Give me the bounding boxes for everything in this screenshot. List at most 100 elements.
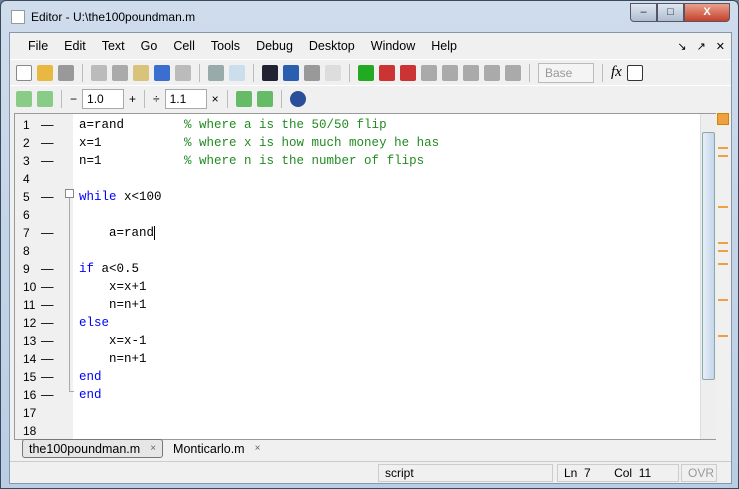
code-line[interactable]: 10 — x=x+1: [15, 278, 705, 296]
warning-marker[interactable]: [718, 242, 728, 244]
print-icon[interactable]: [208, 64, 224, 81]
undo-icon[interactable]: [154, 64, 170, 81]
breakpoint-dash[interactable]: —: [41, 296, 54, 314]
code-line[interactable]: 6: [15, 206, 705, 224]
menu-help[interactable]: Help: [423, 39, 465, 53]
breakpoint-dash[interactable]: —: [41, 314, 54, 332]
run-icon[interactable]: [358, 64, 374, 81]
warning-indicator-icon[interactable]: [717, 113, 729, 125]
warning-marker[interactable]: [718, 155, 728, 157]
minimize-button[interactable]: –: [630, 3, 657, 22]
increment-button[interactable]: +: [129, 92, 136, 106]
warning-marker[interactable]: [718, 147, 728, 149]
fx-button[interactable]: fx: [611, 64, 622, 81]
set-breakpoint-icon[interactable]: [379, 64, 395, 81]
menu-tools[interactable]: Tools: [203, 39, 248, 53]
breakpoint-dash[interactable]: —: [41, 386, 54, 404]
breakpoint-dash[interactable]: —: [41, 224, 54, 242]
step-icon[interactable]: [421, 64, 437, 81]
breakpoint-dash[interactable]: —: [41, 152, 54, 170]
save-icon[interactable]: [58, 64, 74, 81]
code-line[interactable]: 11 — n=n+1: [15, 296, 705, 314]
breakpoint-dash[interactable]: —: [41, 116, 54, 134]
paste-icon[interactable]: [133, 64, 149, 81]
breakpoint-dash[interactable]: —: [41, 350, 54, 368]
code-line[interactable]: 18: [15, 422, 705, 440]
comment-remove-icon[interactable]: [256, 90, 273, 107]
close-tab-icon[interactable]: ×: [150, 443, 156, 454]
warning-marker[interactable]: [718, 299, 728, 301]
warning-marker[interactable]: [718, 263, 728, 265]
undock-icon[interactable]: ↘: [677, 40, 686, 53]
code-line[interactable]: 1 — a=rand % where a is the 50/50 flip: [15, 116, 705, 134]
cell-toolbar: − 1.0 + ÷ 1.1 ×: [10, 85, 731, 111]
close-button[interactable]: X: [684, 3, 730, 22]
menu-file[interactable]: File: [20, 39, 56, 53]
code-line[interactable]: 17: [15, 404, 705, 422]
continue-icon[interactable]: [484, 64, 500, 81]
breakpoint-dash[interactable]: —: [41, 332, 54, 350]
fold-toggle-icon[interactable]: [65, 189, 74, 198]
cut-icon[interactable]: [91, 64, 107, 81]
code-line[interactable]: 3 — n=1 % where n is the number of flips: [15, 152, 705, 170]
maximize-button[interactable]: □: [657, 3, 684, 22]
copy-icon[interactable]: [112, 64, 128, 81]
warning-marker[interactable]: [718, 250, 728, 252]
forward-icon[interactable]: [304, 64, 320, 81]
back-icon[interactable]: [283, 64, 299, 81]
multiply-button[interactable]: ×: [212, 92, 219, 106]
menu-debug[interactable]: Debug: [248, 39, 301, 53]
exit-debug-icon[interactable]: [505, 64, 521, 81]
insert-cell-icon[interactable]: [16, 90, 32, 107]
find-icon[interactable]: [262, 64, 278, 81]
cell-mode-icon[interactable]: [37, 90, 53, 107]
scale-value-input[interactable]: 1.1: [164, 88, 207, 109]
menu-edit[interactable]: Edit: [56, 39, 94, 53]
menu-desktop[interactable]: Desktop: [301, 39, 363, 53]
code-line[interactable]: 9 — if a<0.5: [15, 260, 705, 278]
redo-icon[interactable]: [175, 64, 191, 81]
warning-marker[interactable]: [718, 335, 728, 337]
close-tab-icon[interactable]: ×: [255, 443, 261, 454]
open-folder-icon[interactable]: [37, 64, 53, 81]
menu-go[interactable]: Go: [133, 39, 166, 53]
menu-text[interactable]: Text: [94, 39, 133, 53]
layout-icon[interactable]: [626, 64, 643, 81]
publish-icon[interactable]: [229, 64, 245, 81]
breakpoint-dash[interactable]: —: [41, 278, 54, 296]
stack-select[interactable]: Base: [538, 62, 594, 83]
new-file-icon[interactable]: [16, 64, 32, 81]
code-editor[interactable]: 1 — a=rand % where a is the 50/50 flip 2 — x=…: [14, 113, 716, 440]
code-line[interactable]: 15 — end: [15, 368, 705, 386]
breakpoint-dash[interactable]: —: [41, 188, 54, 206]
increment-value-input[interactable]: 1.0: [82, 88, 125, 109]
code-line[interactable]: 8: [15, 242, 705, 260]
close-editor-icon[interactable]: ✕: [716, 40, 725, 53]
line-number: 17: [23, 406, 37, 420]
breakpoint-dash[interactable]: —: [41, 260, 54, 278]
info-icon[interactable]: [289, 90, 306, 107]
function-browser-icon[interactable]: [325, 64, 341, 81]
code-line[interactable]: 5 — while x<100: [15, 188, 705, 206]
dock-icon[interactable]: ↗: [697, 40, 706, 53]
divide-button[interactable]: ÷: [153, 92, 160, 106]
menu-window[interactable]: Window: [363, 39, 423, 53]
breakpoint-dash[interactable]: —: [41, 368, 54, 386]
code-line[interactable]: 4: [15, 170, 705, 188]
comment-add-icon[interactable]: [235, 90, 252, 107]
code-line[interactable]: 7 — a=rand: [15, 224, 705, 242]
code-line[interactable]: 2 — x=1 % where x is how much money he has: [15, 134, 705, 152]
file-tab[interactable]: the100poundman.m ×: [22, 439, 164, 458]
step-out-icon[interactable]: [463, 64, 479, 81]
file-tab[interactable]: Monticarlo.m ×: [167, 439, 266, 458]
step-in-icon[interactable]: [442, 64, 458, 81]
code-line[interactable]: 14 — n=n+1: [15, 350, 705, 368]
clear-breakpoints-icon[interactable]: [400, 64, 416, 81]
menu-cell[interactable]: Cell: [165, 39, 203, 53]
decrement-button[interactable]: −: [70, 92, 77, 106]
warning-marker[interactable]: [718, 206, 728, 208]
code-line[interactable]: 16 — end: [15, 386, 705, 404]
breakpoint-dash[interactable]: —: [41, 134, 54, 152]
code-line[interactable]: 13 — x=x-1: [15, 332, 705, 350]
code-line[interactable]: 12 — else: [15, 314, 705, 332]
